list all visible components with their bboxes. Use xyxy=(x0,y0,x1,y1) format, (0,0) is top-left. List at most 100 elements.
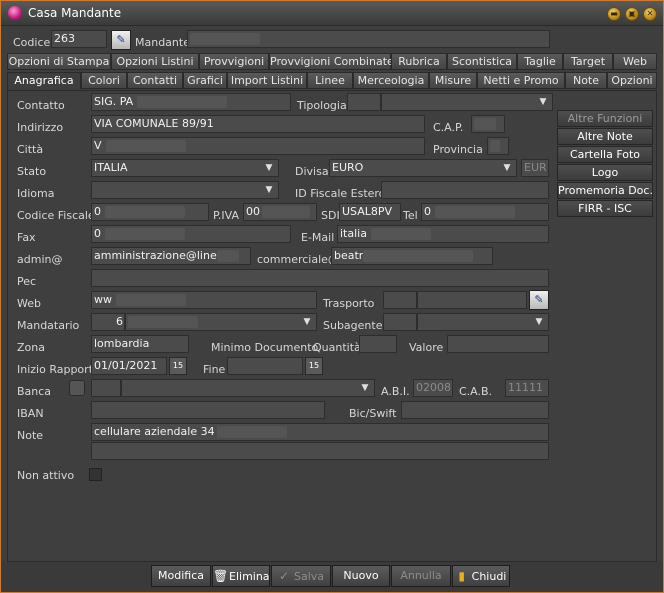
zona-field[interactable]: lombardia xyxy=(91,335,189,353)
cartella-foto-button[interactable]: Cartella Foto xyxy=(557,146,653,163)
tab-rubrica[interactable]: Rubrica xyxy=(391,53,447,70)
door-icon: ▮ xyxy=(458,569,465,583)
close-button[interactable]: ✕ xyxy=(643,7,657,21)
mandatario-code-field[interactable]: 6 xyxy=(91,313,125,331)
indirizzo-field[interactable]: VIA COMUNALE 89/91 xyxy=(91,115,425,133)
altre-funzioni-button[interactable]: Altre Funzioni xyxy=(557,110,653,127)
valore-field[interactable] xyxy=(447,335,549,353)
tab-web[interactable]: Web xyxy=(613,53,657,70)
tab-provvigioni-combinate[interactable]: Provvigioni Combinate xyxy=(269,53,394,70)
fax-field[interactable]: 0 xyxy=(91,225,291,243)
subagente-code-field[interactable] xyxy=(383,313,417,331)
sdi-label: SDI xyxy=(321,209,340,222)
tel-field[interactable]: 0 xyxy=(421,203,549,221)
altre-note-button[interactable]: Altre Note xyxy=(557,128,653,145)
tab-scontistica[interactable]: Scontistica xyxy=(447,53,517,70)
promemoria-doc-button[interactable]: Promemoria Doc. xyxy=(557,182,653,199)
salva-button[interactable]: ✓ Salva xyxy=(271,565,331,587)
tab-contatti[interactable]: Contatti xyxy=(127,72,183,89)
tab-import-listini[interactable]: Import Listini xyxy=(227,72,307,89)
note-field[interactable]: cellulare aziendale 34 xyxy=(91,423,549,441)
codice-label: Codice xyxy=(13,36,51,49)
email-field[interactable]: italia xyxy=(337,225,549,243)
trasporto-lookup-icon[interactable]: ✎ xyxy=(529,290,549,310)
codice-fiscale-field[interactable]: 0 xyxy=(91,203,209,221)
tab-grafici[interactable]: Grafici xyxy=(183,72,227,89)
trasporto-field[interactable] xyxy=(417,291,527,309)
quantita-field[interactable] xyxy=(359,335,397,353)
zona-label: Zona xyxy=(17,341,45,354)
tipologia-code-field[interactable] xyxy=(347,93,381,111)
trasporto-code-field[interactable] xyxy=(383,291,417,309)
codice-fiscale-label: Codice Fiscale xyxy=(17,209,95,222)
chiudi-button[interactable]: ▮ Chiudi xyxy=(452,565,510,587)
idioma-select[interactable]: ▼ xyxy=(91,181,279,199)
chevron-down-icon: ▼ xyxy=(503,163,511,173)
tabs-row-2: Anagrafica Colori Contatti Grafici Impor… xyxy=(7,72,657,90)
elimina-button[interactable]: 🗑Elimina xyxy=(212,565,270,587)
cab-field: 11111 xyxy=(505,379,549,397)
tab-note[interactable]: Note xyxy=(565,72,607,89)
maximize-button[interactable]: ▣ xyxy=(625,7,639,21)
banca-code-field[interactable] xyxy=(91,379,121,397)
subagente-select[interactable]: ▼ xyxy=(417,313,549,331)
citta-field[interactable]: V xyxy=(91,137,425,155)
nuovo-button[interactable]: Nuovo xyxy=(332,565,390,587)
tab-opzioni-di-stampa[interactable]: Opzioni di Stampa xyxy=(7,53,111,70)
provincia-field[interactable] xyxy=(487,137,509,155)
banca-lookup-button[interactable] xyxy=(69,380,85,396)
tab-opzioni[interactable]: Opzioni xyxy=(607,72,657,89)
pec-label: Pec xyxy=(17,275,37,288)
iban-field[interactable] xyxy=(91,401,325,419)
tipologia-select[interactable]: ▼ xyxy=(381,93,553,111)
annulla-button[interactable]: Annulla xyxy=(391,565,451,587)
contatto-field[interactable]: SIG. PA xyxy=(91,93,291,111)
tab-anagrafica[interactable]: Anagrafica xyxy=(7,72,81,90)
chevron-down-icon: ▼ xyxy=(303,317,311,327)
tab-linee[interactable]: Linee xyxy=(307,72,353,89)
sdi-field[interactable]: USAL8PV xyxy=(339,203,401,221)
admin-field[interactable]: amministrazione@line xyxy=(91,247,251,265)
non-attivo-checkbox[interactable] xyxy=(89,468,102,481)
note-field-line-2[interactable] xyxy=(91,442,549,460)
codice-field[interactable]: 263 xyxy=(51,30,107,48)
minimo-documento-label: Minimo Documento xyxy=(211,341,319,354)
web-label: Web xyxy=(17,297,41,310)
calendar-icon[interactable]: 15 xyxy=(169,357,187,375)
mandante-lookup-icon[interactable]: ✎ xyxy=(111,30,131,50)
fax-label: Fax xyxy=(17,231,36,244)
piva-field[interactable]: 00 xyxy=(243,203,317,221)
tab-merceologia[interactable]: Merceologia xyxy=(353,72,429,89)
indirizzo-label: Indirizzo xyxy=(17,121,64,134)
tab-provvigioni[interactable]: Provvigioni xyxy=(199,53,269,70)
banca-select[interactable]: ▼ xyxy=(121,379,375,397)
tab-target[interactable]: Target xyxy=(563,53,613,70)
cap-field[interactable] xyxy=(471,115,505,133)
tab-netti-e-promo[interactable]: Netti e Promo xyxy=(477,72,565,89)
tab-taglie[interactable]: Taglie xyxy=(517,53,563,70)
mandatario-select[interactable]: ▼ xyxy=(125,313,317,331)
inizio-rapporto-label: Inizio Rapporto xyxy=(17,363,100,376)
minimize-button[interactable]: ▬ xyxy=(607,7,621,21)
bic-field[interactable] xyxy=(401,401,549,419)
id-fiscale-estero-field[interactable] xyxy=(381,181,549,199)
logo-button[interactable]: Logo xyxy=(557,164,653,181)
pec-field[interactable] xyxy=(91,269,549,287)
stato-select[interactable]: ITALIA ▼ xyxy=(91,159,279,177)
quantita-label: Quantità xyxy=(313,341,361,354)
non-attivo-label: Non attivo xyxy=(17,469,75,482)
commerciale-field[interactable]: beatr xyxy=(331,247,493,265)
divisa-select[interactable]: EURO ▼ xyxy=(329,159,517,177)
tab-misure[interactable]: Misure xyxy=(429,72,477,89)
tab-colori[interactable]: Colori xyxy=(81,72,127,89)
piva-label: P.IVA xyxy=(213,209,240,222)
valore-label: Valore xyxy=(409,341,444,354)
tab-opzioni-listini[interactable]: Opzioni Listini xyxy=(111,53,199,70)
mandante-field[interactable] xyxy=(187,30,550,48)
web-field[interactable]: ww xyxy=(91,291,317,309)
modifica-button[interactable]: Modifica xyxy=(151,565,211,587)
calendar-icon[interactable]: 15 xyxy=(305,357,323,375)
inizio-rapporto-field[interactable]: 01/01/2021 xyxy=(91,357,167,375)
firr-isc-button[interactable]: FIRR - ISC xyxy=(557,200,653,217)
fine-field[interactable] xyxy=(227,357,303,375)
